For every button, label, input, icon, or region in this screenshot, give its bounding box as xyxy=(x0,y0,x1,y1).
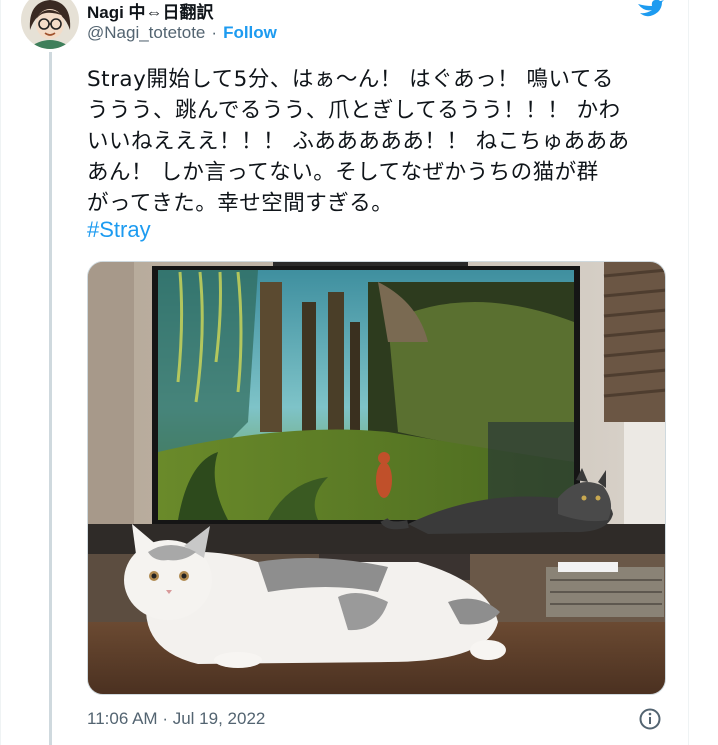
follow-button[interactable]: Follow xyxy=(223,23,277,43)
author-handle[interactable]: @Nagi_totetote xyxy=(87,23,205,43)
author-display-name[interactable]: Nagi 中⇔日翻訳 xyxy=(87,0,214,23)
column-left-border xyxy=(0,0,1,745)
tweet-text-line: Stray開始して5分、はぁ～ん！ はぐあっ！ 鳴いてる xyxy=(87,67,614,92)
column-right-border xyxy=(688,0,689,745)
tweet-text-line: ううう、跳んでるうう、爪とぎしてるうう！！！ かわ xyxy=(87,98,621,123)
author-handle-row: @Nagi_totetote · Follow xyxy=(87,23,277,43)
author-name-row: Nagi 中⇔日翻訳 xyxy=(87,0,214,23)
tweet-text-line: がってきた。幸せ空間すぎる。 xyxy=(87,191,394,216)
twitter-bird-icon[interactable] xyxy=(636,0,664,18)
tweet-text-line: あん！ しか言ってない。そしてなぜかうちの猫が群 xyxy=(87,160,599,185)
tweet-timestamp: 11:06 AM · Jul 19, 2022 xyxy=(87,709,265,729)
tweet-photo[interactable] xyxy=(87,261,666,695)
tweet-time[interactable]: 11:06 AM xyxy=(87,709,158,728)
tweet-text: Stray開始して5分、はぁ～ん！ はぐあっ！ 鳴いてる ううう、跳んでるうう、… xyxy=(87,64,677,219)
info-icon[interactable] xyxy=(638,707,662,731)
hashtag-link[interactable]: #Stray xyxy=(87,217,151,243)
thread-line xyxy=(49,52,52,745)
tweet-text-line: いいねえええ！！！ ふあああああ！！ ねこちゅあああ xyxy=(87,129,630,154)
tweet-date[interactable]: Jul 19, 2022 xyxy=(173,709,266,728)
handle-separator: · xyxy=(211,23,218,42)
avatar[interactable] xyxy=(20,0,80,50)
timestamp-separator: · xyxy=(162,709,168,728)
